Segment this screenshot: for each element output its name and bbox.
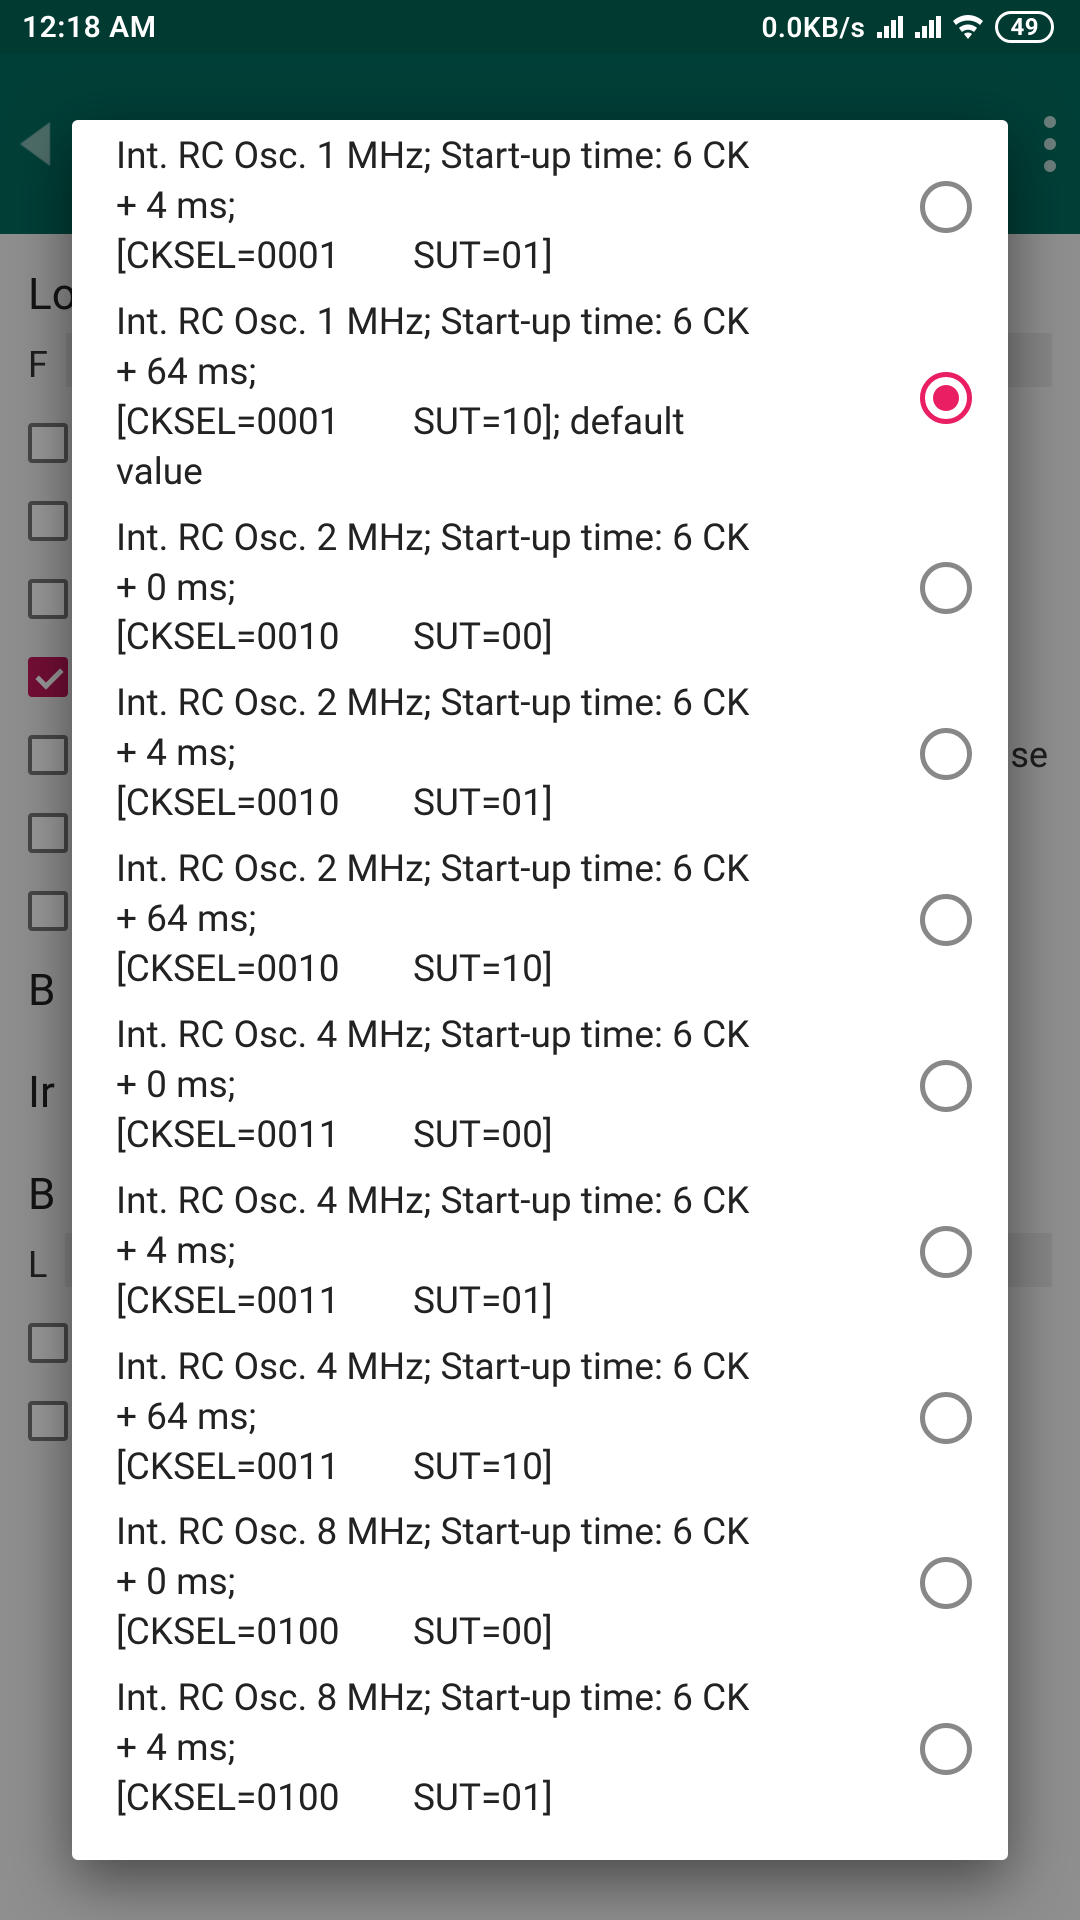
radio-icon[interactable]: [920, 1723, 972, 1775]
radio-icon[interactable]: [920, 728, 972, 780]
clock-option[interactable]: Int. RC Osc. 2 MHz; Start-up time: 6 CK …: [72, 506, 1008, 672]
status-time: 12:18 AM: [22, 10, 156, 45]
status-right: 0.0KB/s 49: [761, 11, 1054, 44]
clock-option-label: Int. RC Osc. 4 MHz; Start-up time: 6 CK …: [116, 1177, 892, 1327]
clock-option-label: Int. RC Osc. 4 MHz; Start-up time: 6 CK …: [116, 1011, 892, 1161]
status-bar: 12:18 AM 0.0KB/s 49: [0, 0, 1080, 54]
clock-option[interactable]: Int. RC Osc. 4 MHz; Start-up time: 6 CK …: [72, 1003, 1008, 1169]
clock-option[interactable]: Int. RC Osc. 2 MHz; Start-up time: 6 CK …: [72, 671, 1008, 837]
radio-icon[interactable]: [920, 1060, 972, 1112]
clock-option-label: Int. RC Osc. 2 MHz; Start-up time: 6 CK …: [116, 514, 892, 664]
wifi-icon: [953, 15, 983, 39]
clock-option-label: Int. RC Osc. 8 MHz; Start-up time: 6 CK …: [116, 1508, 892, 1658]
clock-option[interactable]: Int. RC Osc. 2 MHz; Start-up time: 6 CK …: [72, 837, 1008, 1003]
clock-option-label: Int. RC Osc. 2 MHz; Start-up time: 6 CK …: [116, 679, 892, 829]
clock-option-label: Int. RC Osc. 1 MHz; Start-up time: 6 CK …: [116, 298, 892, 498]
dialog-options-list[interactable]: Int. RC Osc. 1 MHz; Start-up time: 6 CK …: [72, 120, 1008, 1860]
clock-select-dialog: Int. RC Osc. 1 MHz; Start-up time: 6 CK …: [72, 120, 1008, 1860]
radio-icon[interactable]: [920, 1392, 972, 1444]
radio-icon[interactable]: [920, 181, 972, 233]
clock-option[interactable]: Int. RC Osc. 8 MHz; Start-up time: 6 CK …: [72, 1666, 1008, 1832]
radio-icon[interactable]: [920, 894, 972, 946]
clock-option[interactable]: Int. RC Osc. 4 MHz; Start-up time: 6 CK …: [72, 1169, 1008, 1335]
clock-option[interactable]: Int. RC Osc. 8 MHz; Start-up time: 6 CK …: [72, 1500, 1008, 1666]
clock-option-label: Int. RC Osc. 4 MHz; Start-up time: 6 CK …: [116, 1343, 892, 1493]
radio-icon[interactable]: [920, 1557, 972, 1609]
net-speed: 0.0KB/s: [761, 11, 865, 44]
radio-icon[interactable]: [920, 1226, 972, 1278]
battery-percent: 49: [1010, 13, 1039, 41]
clock-option-label: Int. RC Osc. 2 MHz; Start-up time: 6 CK …: [116, 845, 892, 995]
clock-option[interactable]: Int. RC Osc. 4 MHz; Start-up time: 6 CK …: [72, 1335, 1008, 1501]
clock-option-label: Int. RC Osc. 1 MHz; Start-up time: 6 CK …: [116, 132, 892, 282]
signal-icon: [877, 16, 903, 38]
clock-option-label: Int. RC Osc. 8 MHz; Start-up time: 6 CK …: [116, 1674, 892, 1824]
clock-option[interactable]: Int. RC Osc. 1 MHz; Start-up time: 6 CK …: [72, 290, 1008, 506]
radio-icon[interactable]: [920, 372, 972, 424]
radio-icon[interactable]: [920, 562, 972, 614]
signal-icon: [915, 16, 941, 38]
clock-option[interactable]: Int. RC Osc. 1 MHz; Start-up time: 6 CK …: [72, 124, 1008, 290]
battery-icon: 49: [995, 11, 1054, 43]
